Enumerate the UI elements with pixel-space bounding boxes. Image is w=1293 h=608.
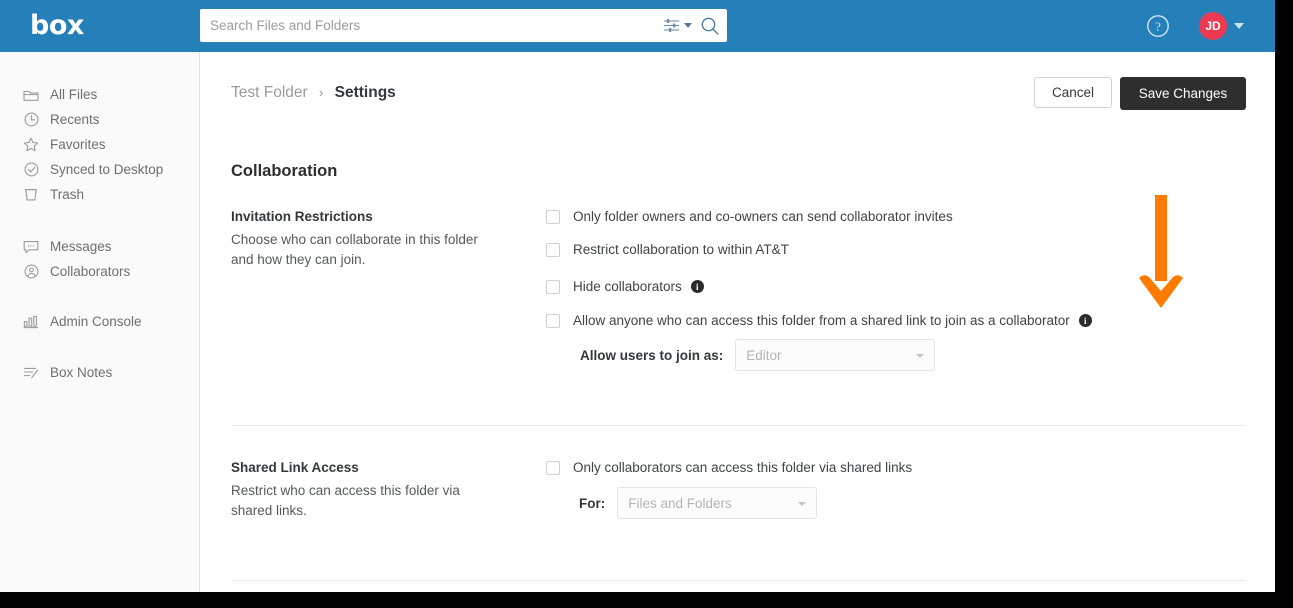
- svg-text:?: ?: [1155, 19, 1161, 34]
- join-as-row: Allow users to join as: Editor: [580, 339, 936, 371]
- sliders-icon[interactable]: [663, 17, 681, 34]
- main-content: Test Folder › Settings Cancel Save Chang…: [201, 52, 1275, 592]
- invitation-restrictions-description: Choose who can collaborate in this folde…: [231, 232, 478, 267]
- search-input[interactable]: [200, 9, 655, 42]
- folder-icon: [22, 86, 40, 104]
- checkbox-shared-link-join[interactable]: [546, 313, 560, 328]
- sidebar-group-communication: Messages Collaborators: [0, 234, 199, 284]
- section-divider: [231, 580, 1245, 581]
- search-icon[interactable]: [700, 16, 720, 36]
- save-changes-button[interactable]: Save Changes: [1120, 77, 1246, 110]
- checkbox-label: Hide collaborators: [573, 279, 682, 294]
- star-icon: [22, 136, 40, 154]
- sidebar-item-label: Admin Console: [50, 314, 142, 329]
- sidebar-item-label: Recents: [50, 112, 100, 127]
- page-title: Settings: [334, 84, 396, 101]
- checkbox-row-owners-only[interactable]: Only folder owners and co-owners can sen…: [546, 209, 953, 224]
- sidebar-item-label: Favorites: [50, 137, 106, 152]
- chevron-down-icon: [916, 354, 925, 358]
- checkbox-label: Allow anyone who can access this folder …: [573, 313, 1070, 328]
- avatar[interactable]: JD: [1199, 12, 1227, 40]
- clock-icon: [22, 111, 40, 129]
- help-circle-icon[interactable]: ?: [1146, 14, 1170, 38]
- sidebar: All Files Recents Favorites Synced to De…: [0, 52, 200, 592]
- sidebar-item-favorites[interactable]: Favorites: [0, 132, 199, 157]
- check-circle-icon: [22, 161, 40, 179]
- sidebar-item-synced-to-desktop[interactable]: Synced to Desktop: [0, 157, 199, 182]
- section-divider: [231, 425, 1245, 426]
- sidebar-item-messages[interactable]: Messages: [0, 234, 199, 259]
- checkbox-restrict-domain[interactable]: [546, 242, 560, 257]
- box-logo[interactable]: box: [30, 12, 84, 40]
- sidebar-item-recents[interactable]: Recents: [0, 107, 199, 132]
- sidebar-item-label: Trash: [50, 187, 85, 202]
- checkbox-row-restrict-domain[interactable]: Restrict collaboration to within AT&T: [546, 242, 789, 257]
- sidebar-item-label: Collaborators: [50, 264, 131, 279]
- shared-link-access-title: Shared Link Access: [231, 460, 359, 475]
- sidebar-item-box-notes[interactable]: Box Notes: [0, 360, 199, 385]
- chevron-down-icon[interactable]: [684, 23, 692, 28]
- cancel-button[interactable]: Cancel: [1034, 77, 1112, 108]
- breadcrumb-separator: ›: [318, 85, 324, 100]
- notes-icon: [22, 364, 40, 382]
- breadcrumb-parent[interactable]: Test Folder: [231, 84, 308, 101]
- sidebar-item-label: All Files: [50, 87, 98, 102]
- join-as-select[interactable]: Editor: [735, 339, 936, 371]
- search-bar: [200, 9, 727, 42]
- for-select[interactable]: Files and Folders: [617, 487, 818, 519]
- sidebar-item-label: Box Notes: [50, 365, 113, 380]
- sidebar-item-collaborators[interactable]: Collaborators: [0, 259, 199, 284]
- bar-chart-icon: [22, 313, 40, 331]
- info-icon[interactable]: i: [690, 280, 704, 293]
- checkbox-owners-only[interactable]: [546, 209, 560, 224]
- chevron-down-icon: [798, 502, 807, 506]
- app-window: box Search Files and Folders ? JD All Fi…: [0, 0, 1275, 592]
- join-as-caption: Allow users to join as:: [580, 347, 724, 363]
- info-icon[interactable]: i: [1078, 314, 1092, 327]
- breadcrumb: Test Folder › Settings: [231, 83, 396, 103]
- join-as-value: Editor: [746, 347, 782, 363]
- sidebar-group-files: All Files Recents Favorites Synced to De…: [0, 82, 199, 207]
- chevron-down-icon[interactable]: [1234, 23, 1244, 29]
- checkbox-row-collaborators-only[interactable]: Only collaborators can access this folde…: [546, 460, 912, 475]
- sidebar-item-label: Messages: [50, 239, 112, 254]
- message-bubble-icon: [22, 238, 40, 256]
- shared-link-access-label: Shared Link Access Restrict who can acce…: [231, 460, 501, 521]
- person-circle-icon: [22, 263, 40, 281]
- checkbox-collaborators-only[interactable]: [546, 460, 560, 475]
- checkbox-label: Only collaborators can access this folde…: [573, 460, 913, 475]
- checkbox-row-shared-link-join[interactable]: Allow anyone who can access this folder …: [546, 313, 1092, 328]
- for-select-row: For: Files and Folders: [579, 487, 818, 519]
- checkbox-row-hide-collaborators[interactable]: Hide collaborators i: [546, 279, 704, 294]
- sidebar-item-all-files[interactable]: All Files: [0, 82, 199, 107]
- sidebar-item-label: Synced to Desktop: [50, 162, 164, 177]
- sidebar-group-notes: Box Notes: [0, 360, 199, 385]
- trash-icon: [22, 186, 40, 204]
- invitation-restrictions-title: Invitation Restrictions: [231, 209, 373, 224]
- sidebar-item-trash[interactable]: Trash: [0, 182, 199, 207]
- shared-link-access-description: Restrict who can access this folder via …: [231, 483, 460, 518]
- invitation-restrictions-label: Invitation Restrictions Choose who can c…: [231, 209, 501, 270]
- for-value: Files and Folders: [628, 495, 732, 511]
- sidebar-item-admin-console[interactable]: Admin Console: [0, 309, 199, 334]
- checkbox-hide-collaborators[interactable]: [546, 279, 560, 294]
- for-caption: For:: [579, 495, 606, 511]
- sidebar-group-admin: Admin Console: [0, 309, 199, 334]
- checkbox-label: Only folder owners and co-owners can sen…: [573, 209, 953, 224]
- top-navigation-bar: box Search Files and Folders ? JD: [0, 0, 1275, 52]
- checkbox-label: Restrict collaboration to within AT&T: [573, 242, 789, 257]
- section-heading-collaboration: Collaboration: [231, 162, 338, 180]
